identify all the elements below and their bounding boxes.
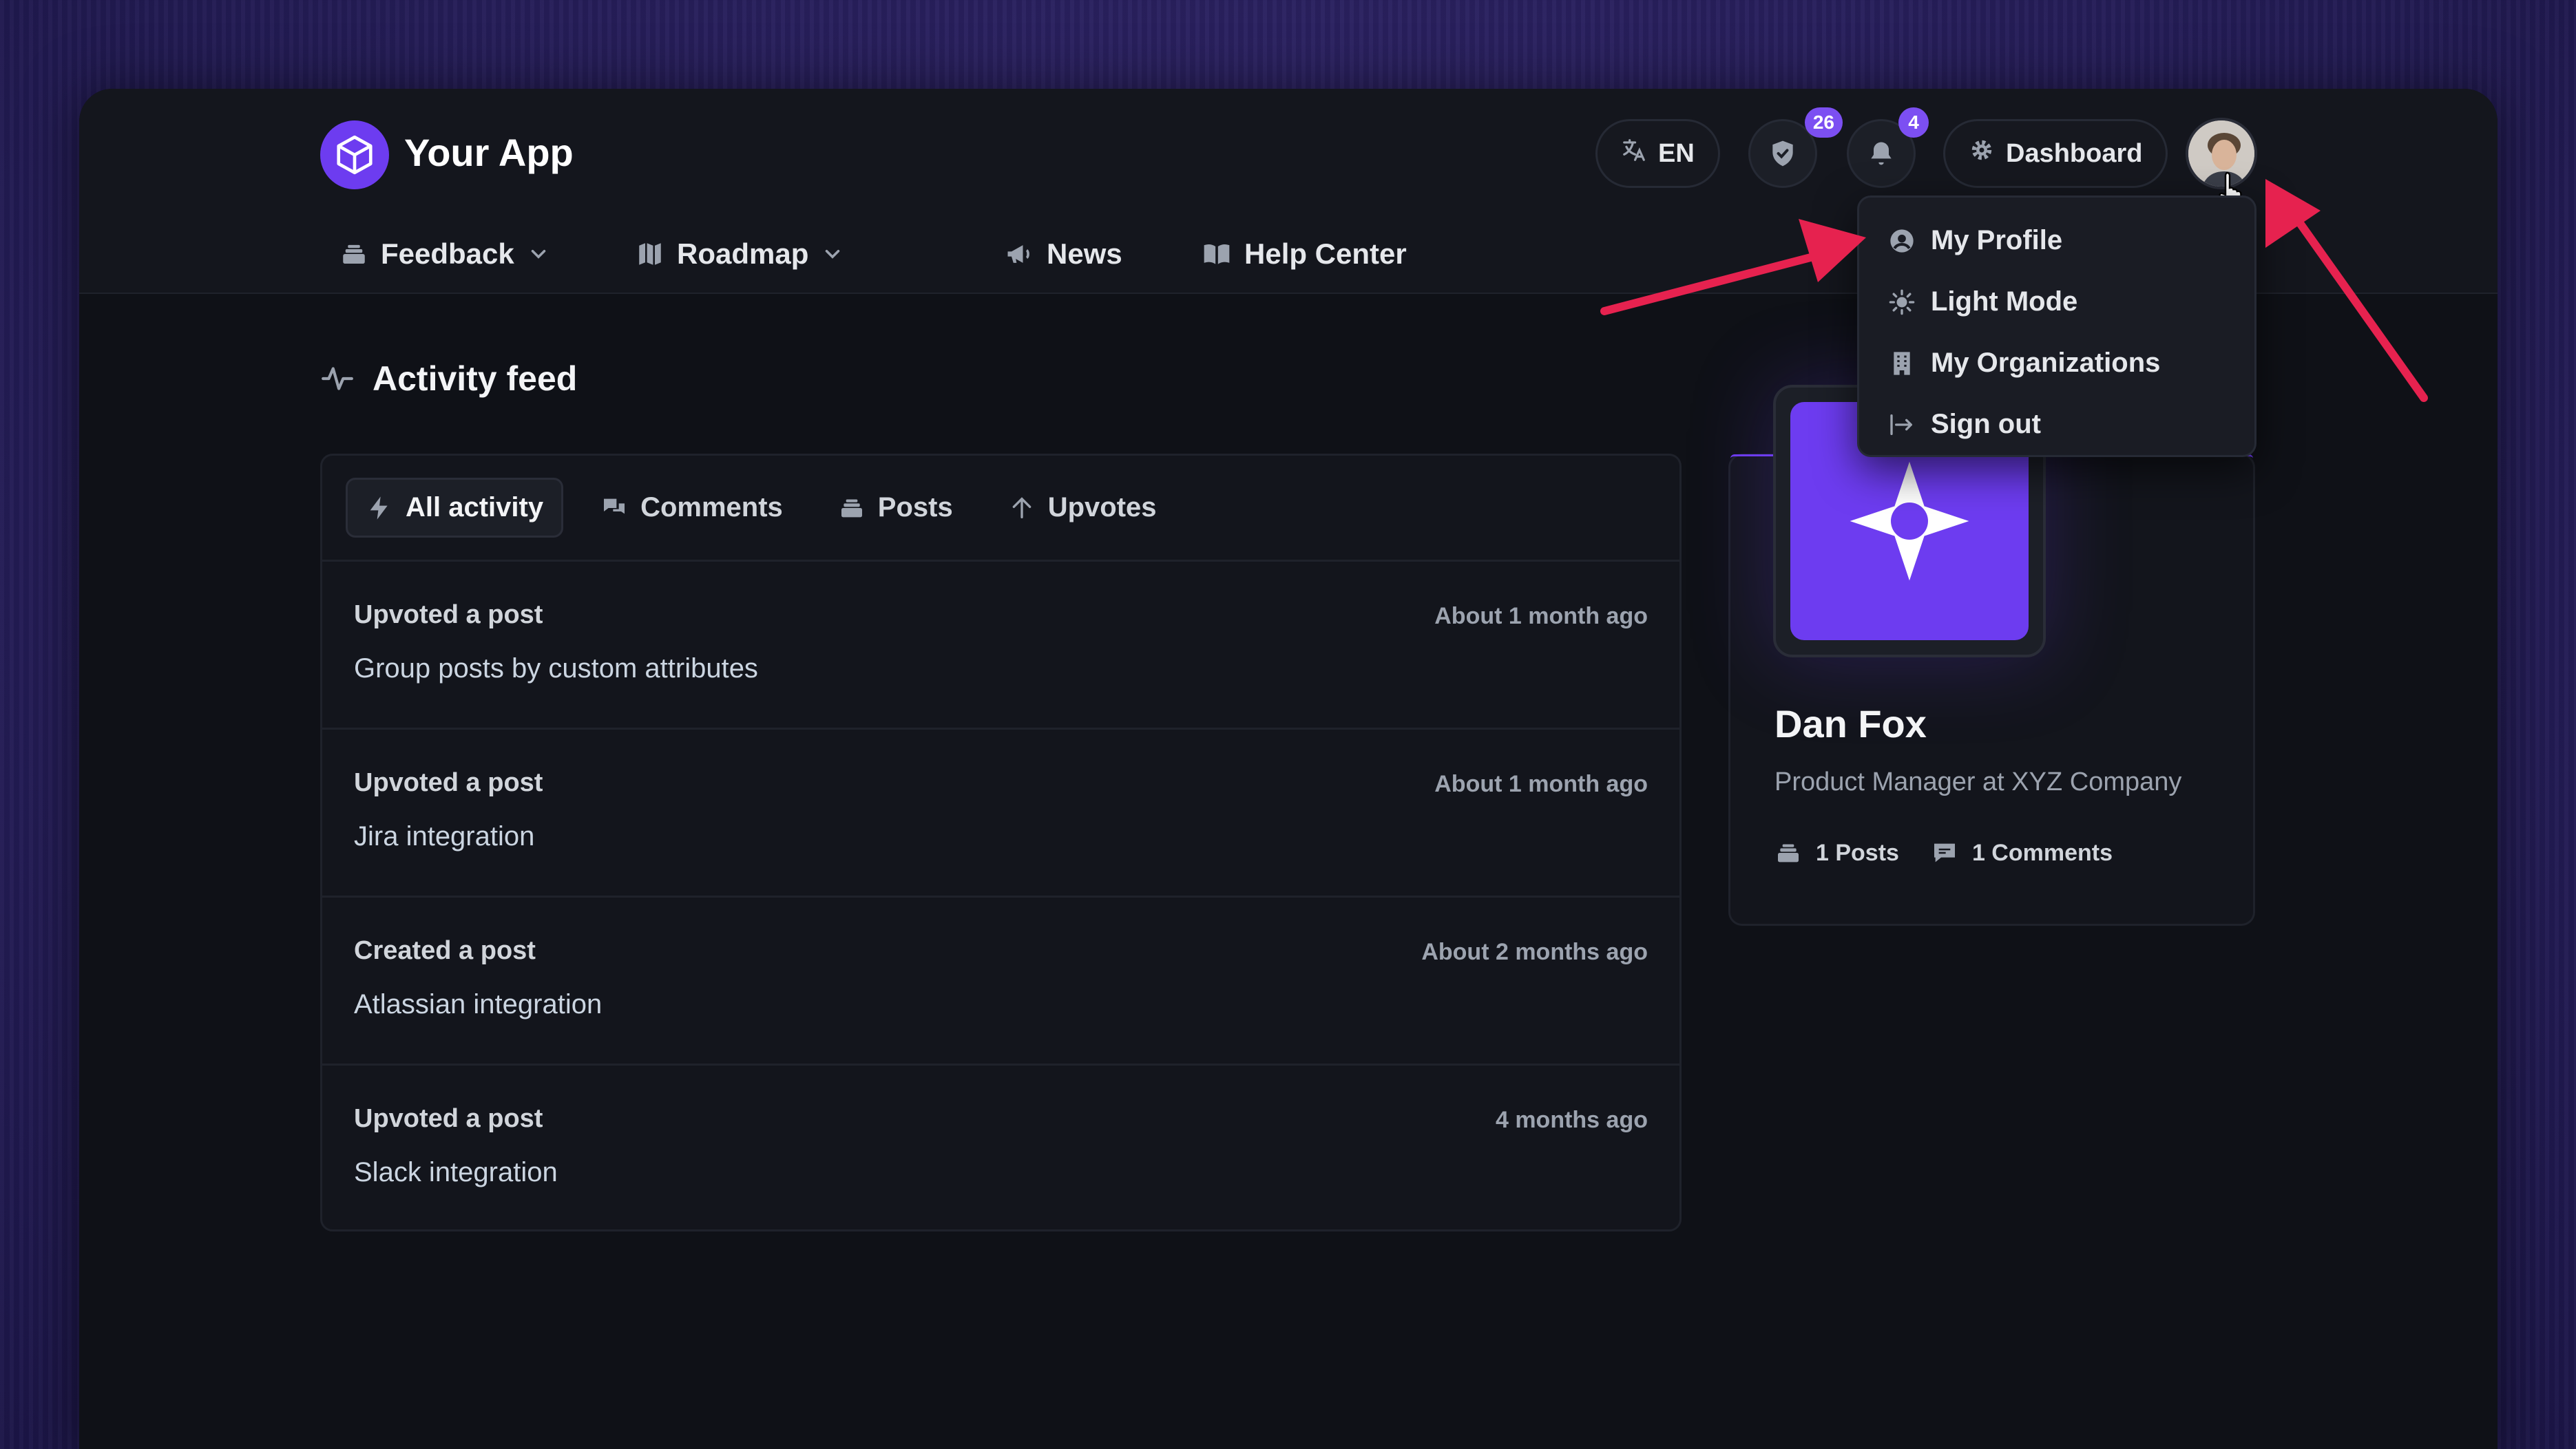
annotation-arrows [1600, 179, 2428, 402]
arrow-to-avatar-icon [2265, 179, 2428, 402]
arrow-to-menu-icon [1600, 219, 1866, 315]
